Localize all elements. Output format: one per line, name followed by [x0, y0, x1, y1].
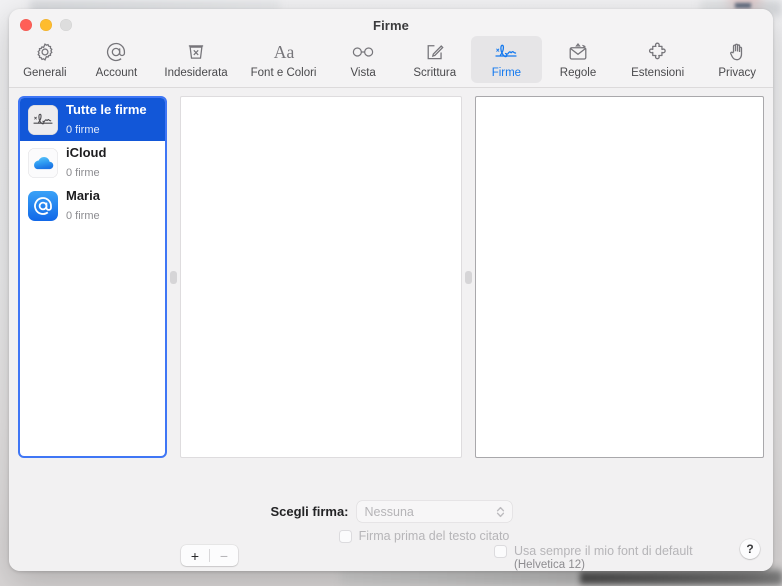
three-column-layout: Tutte le firme 0 firme iCloud 0 firme Ma… — [18, 96, 764, 458]
junk-bin-icon — [185, 40, 207, 64]
tab-label: Scrittura — [413, 67, 457, 79]
quote-signature-row: Firma prima del testo citato — [9, 529, 773, 543]
sidebar-item-title: Maria — [66, 187, 100, 203]
font-aa-icon: Aa — [269, 40, 299, 64]
toolbar: Firme Generali Account Indesiderata Aa F… — [9, 9, 773, 88]
help-button[interactable]: ? — [740, 539, 760, 559]
glasses-icon — [350, 40, 376, 64]
sidebar-item-maria[interactable]: Maria 0 firme — [20, 184, 165, 227]
choose-signature-row: Scegli firma: Nessuna — [9, 501, 773, 522]
tab-label: Indesiderata — [164, 67, 228, 79]
choose-signature-label: Scegli firma: — [270, 504, 349, 519]
signatures-pane: Tutte le firme 0 firme iCloud 0 firme Ma… — [9, 88, 773, 571]
preferences-window: Firme Generali Account Indesiderata Aa F… — [9, 9, 773, 571]
splitter-handle[interactable] — [170, 270, 177, 284]
tab-label: Font e Colori — [250, 67, 317, 79]
hand-icon — [726, 40, 748, 64]
puzzle-icon — [646, 40, 670, 64]
sidebar-item-title: Tutte le firme — [66, 101, 147, 117]
quote-signature-checkbox[interactable] — [338, 529, 352, 543]
gear-icon — [34, 40, 56, 64]
tab-firme[interactable]: Firme — [470, 36, 543, 83]
sidebar-item-text: iCloud 0 firme — [66, 144, 106, 182]
sidebar-item-tutte-le-firme[interactable]: Tutte le firme 0 firme — [20, 98, 165, 141]
compose-icon — [424, 40, 446, 64]
splitter-right[interactable] — [462, 96, 475, 458]
background-blur-dock-bar — [580, 572, 782, 584]
sidebar-item-subtitle: 0 firme — [66, 209, 100, 222]
sidebar-item-subtitle: 0 firme — [66, 123, 100, 136]
quote-signature-checkbox-row[interactable]: Firma prima del testo citato — [338, 529, 510, 543]
background-blur-dot — [735, 3, 751, 8]
sidebar-item-icloud[interactable]: iCloud 0 firme — [20, 141, 165, 184]
choose-signature-select[interactable]: Nessuna — [356, 501, 512, 522]
signature-icon — [28, 104, 58, 135]
tab-label: Generali — [23, 67, 67, 79]
signature-editor-pane[interactable] — [475, 96, 764, 458]
signature-list-pane[interactable] — [180, 96, 462, 458]
tab-scrittura[interactable]: Scrittura — [399, 36, 471, 83]
splitter-left[interactable] — [167, 96, 180, 458]
tab-label: Vista — [350, 67, 376, 79]
sidebar-item-subtitle: 0 firme — [66, 166, 100, 179]
svg-text:Aa: Aa — [273, 42, 294, 62]
tab-vista[interactable]: Vista — [327, 36, 399, 83]
rules-mail-icon — [566, 40, 590, 64]
signature-icon — [493, 40, 519, 64]
tab-label: Privacy — [718, 67, 757, 79]
at-icon — [105, 40, 127, 64]
sidebar-item-title: iCloud — [66, 144, 107, 160]
window-title: Firme — [373, 18, 409, 33]
tab-estensioni[interactable]: Estensioni — [614, 36, 702, 83]
sidebar-item-text: Tutte le firme 0 firme — [66, 101, 147, 139]
tab-indesiderata[interactable]: Indesiderata — [152, 36, 240, 83]
tab-privacy[interactable]: Privacy — [701, 36, 773, 83]
accounts-sidebar[interactable]: Tutte le firme 0 firme iCloud 0 firme Ma… — [18, 96, 167, 458]
tab-label: Estensioni — [631, 67, 685, 79]
tab-regole[interactable]: Regole — [542, 36, 614, 83]
tab-account[interactable]: Account — [81, 36, 153, 83]
chevron-up-down-icon — [496, 505, 505, 518]
tab-label: Firme — [491, 67, 522, 79]
tab-label: Account — [95, 67, 138, 79]
choose-signature-value: Nessuna — [364, 504, 414, 519]
icloud-icon — [28, 147, 58, 178]
bottom-form: Scegli firma: Nessuna Firma prima del te… — [9, 493, 773, 571]
at-mail-icon — [28, 190, 58, 221]
tab-label: Regole — [559, 67, 597, 79]
tab-generali[interactable]: Generali — [9, 36, 81, 83]
preference-tabs: Generali Account Indesiderata Aa Font e … — [9, 36, 773, 83]
splitter-handle[interactable] — [465, 270, 472, 284]
tab-font-e-colori[interactable]: Aa Font e Colori — [240, 36, 328, 83]
quote-signature-label: Firma prima del testo citato — [358, 529, 510, 543]
sidebar-item-text: Maria 0 firme — [66, 187, 100, 225]
